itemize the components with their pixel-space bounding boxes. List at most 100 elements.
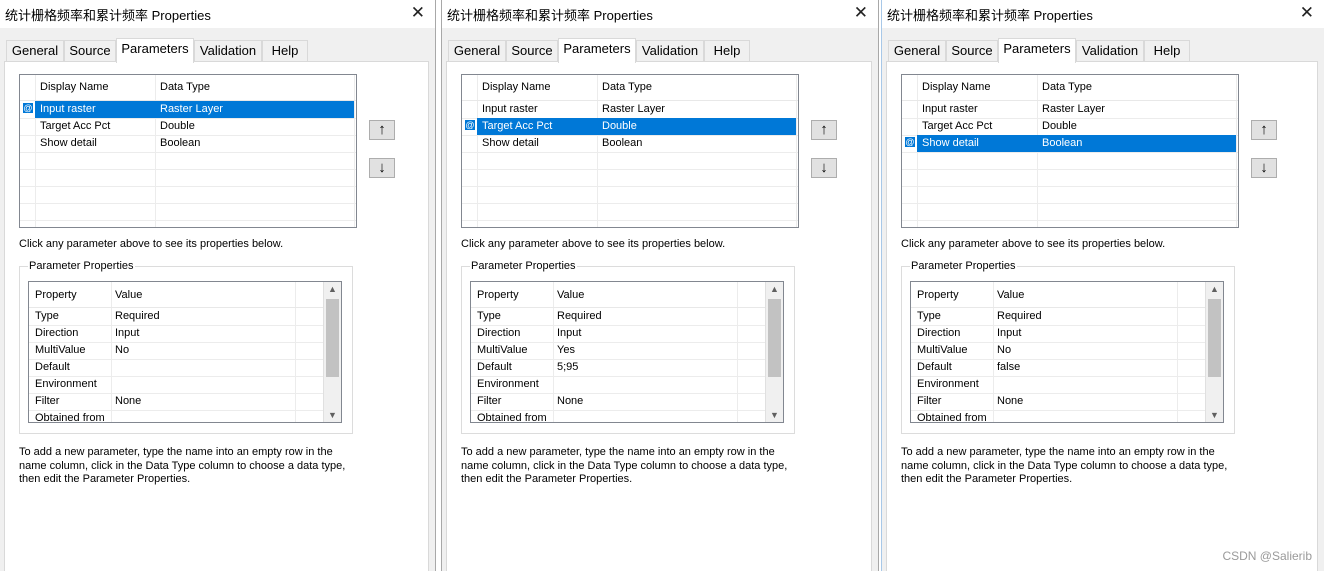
parameter-type-cell[interactable]: Raster Layer (160, 103, 223, 115)
tab-validation[interactable]: Validation (1076, 40, 1144, 62)
parameter-row[interactable]: Target Acc Pct Double (902, 118, 1238, 136)
parameter-type-cell[interactable]: Double (160, 120, 195, 132)
property-value[interactable]: None (557, 395, 583, 407)
scroll-down-icon[interactable]: ▼ (766, 410, 783, 420)
scroll-down-icon[interactable]: ▼ (1206, 410, 1223, 420)
parameter-row[interactable] (902, 169, 1238, 187)
parameter-row[interactable] (462, 203, 798, 221)
parameter-name-cell[interactable]: Show detail (482, 137, 539, 149)
parameter-row[interactable]: Input raster Raster Layer (462, 101, 798, 119)
property-row[interactable]: Obtained from (471, 410, 765, 422)
property-row[interactable]: Obtained from (29, 410, 323, 422)
tab-general[interactable]: General (6, 40, 64, 62)
parameter-name-cell[interactable]: Input raster (922, 103, 978, 115)
parameter-row[interactable]: Input raster Raster Layer (902, 101, 1238, 119)
parameter-name-cell[interactable]: Input raster (40, 103, 96, 115)
parameter-type-cell[interactable]: Boolean (602, 137, 642, 149)
parameter-row[interactable] (462, 186, 798, 204)
parameter-row[interactable] (20, 203, 356, 221)
property-value[interactable]: None (115, 395, 141, 407)
parameter-type-cell[interactable]: Boolean (160, 137, 200, 149)
close-icon[interactable]: ✕ (411, 3, 425, 23)
scroll-thumb[interactable] (768, 299, 781, 377)
parameter-type-cell[interactable]: Double (1042, 120, 1077, 132)
properties-grid[interactable]: Property Value Type Required Direction Input M… (28, 281, 342, 423)
column-header-data-type[interactable]: Data Type (160, 81, 210, 93)
property-row[interactable]: MultiValue No (911, 342, 1205, 360)
parameter-row[interactable]: @ Input raster Raster Layer (20, 101, 356, 119)
move-down-button[interactable]: ↓ (369, 158, 395, 178)
move-up-button[interactable]: ↑ (811, 120, 837, 140)
properties-scrollbar[interactable]: ▲ ▼ (1205, 282, 1223, 422)
tab-general[interactable]: General (888, 40, 946, 62)
parameter-row[interactable]: @ Show detail Boolean (902, 135, 1238, 153)
parameter-row[interactable]: Target Acc Pct Double (20, 118, 356, 136)
column-header-data-type[interactable]: Data Type (1042, 81, 1092, 93)
property-value[interactable]: No (115, 344, 129, 356)
parameter-type-cell[interactable]: Double (602, 120, 637, 132)
parameters-grid[interactable]: Display Name Data Type Input raster Raster … (901, 74, 1239, 228)
property-row[interactable]: Default false (911, 359, 1205, 377)
tab-validation[interactable]: Validation (194, 40, 262, 62)
parameter-row[interactable]: Show detail Boolean (462, 135, 798, 153)
property-row[interactable]: Filter None (471, 393, 765, 411)
tab-help[interactable]: Help (1144, 40, 1190, 62)
parameter-type-cell[interactable]: Raster Layer (602, 103, 665, 115)
property-value[interactable]: Input (115, 327, 139, 339)
property-row[interactable]: Direction Input (911, 325, 1205, 343)
parameter-name-cell[interactable]: Target Acc Pct (482, 120, 552, 132)
parameter-name-cell[interactable]: Show detail (922, 137, 979, 149)
close-icon[interactable]: ✕ (1300, 3, 1314, 23)
parameter-row[interactable]: @ Target Acc Pct Double (462, 118, 798, 136)
parameters-grid[interactable]: Display Name Data Type Input raster Raster … (461, 74, 799, 228)
property-row[interactable]: Filter None (911, 393, 1205, 411)
parameter-row[interactable] (20, 152, 356, 170)
move-down-button[interactable]: ↓ (1251, 158, 1277, 178)
property-value[interactable]: Input (997, 327, 1021, 339)
property-value[interactable]: No (997, 344, 1011, 356)
parameter-name-cell[interactable]: Target Acc Pct (40, 120, 110, 132)
parameter-row[interactable] (902, 186, 1238, 204)
property-row[interactable]: Obtained from (911, 410, 1205, 422)
property-value[interactable]: Required (557, 310, 602, 322)
property-row[interactable]: Type Required (29, 308, 323, 326)
property-value[interactable]: None (997, 395, 1023, 407)
property-row[interactable]: Direction Input (471, 325, 765, 343)
property-row[interactable]: Default 5;95 (471, 359, 765, 377)
scroll-up-icon[interactable]: ▲ (766, 284, 783, 294)
column-header-display-name[interactable]: Display Name (922, 81, 990, 93)
scroll-up-icon[interactable]: ▲ (324, 284, 341, 294)
parameter-name-cell[interactable]: Input raster (482, 103, 538, 115)
tab-parameters[interactable]: Parameters (998, 38, 1076, 63)
parameter-row[interactable] (462, 152, 798, 170)
property-value[interactable]: Required (115, 310, 160, 322)
parameter-name-cell[interactable]: Show detail (40, 137, 97, 149)
property-row[interactable]: MultiValue No (29, 342, 323, 360)
parameter-row[interactable] (902, 152, 1238, 170)
scroll-down-icon[interactable]: ▼ (324, 410, 341, 420)
tab-parameters[interactable]: Parameters (558, 38, 636, 63)
property-row[interactable]: Environment (471, 376, 765, 394)
properties-scrollbar[interactable]: ▲ ▼ (765, 282, 783, 422)
parameter-type-cell[interactable]: Raster Layer (1042, 103, 1105, 115)
column-header-display-name[interactable]: Display Name (482, 81, 550, 93)
property-value[interactable]: 5;95 (557, 361, 578, 373)
properties-grid[interactable]: Property Value Type Required Direction Input M… (470, 281, 784, 423)
tab-source[interactable]: Source (506, 40, 558, 62)
property-row[interactable]: Default (29, 359, 323, 377)
property-row[interactable]: Environment (29, 376, 323, 394)
property-value[interactable]: false (997, 361, 1020, 373)
parameter-type-cell[interactable]: Boolean (1042, 137, 1082, 149)
parameter-name-cell[interactable]: Target Acc Pct (922, 120, 992, 132)
move-down-button[interactable]: ↓ (811, 158, 837, 178)
properties-scrollbar[interactable]: ▲ ▼ (323, 282, 341, 422)
property-row[interactable]: Type Required (471, 308, 765, 326)
parameter-row[interactable] (462, 169, 798, 187)
tab-validation[interactable]: Validation (636, 40, 704, 62)
parameter-row[interactable] (902, 203, 1238, 221)
property-row[interactable]: Filter None (29, 393, 323, 411)
parameters-grid[interactable]: Display Name Data Type @ Input raster Raster… (19, 74, 357, 228)
move-up-button[interactable]: ↑ (369, 120, 395, 140)
parameter-row[interactable]: Show detail Boolean (20, 135, 356, 153)
parameter-row[interactable] (20, 186, 356, 204)
